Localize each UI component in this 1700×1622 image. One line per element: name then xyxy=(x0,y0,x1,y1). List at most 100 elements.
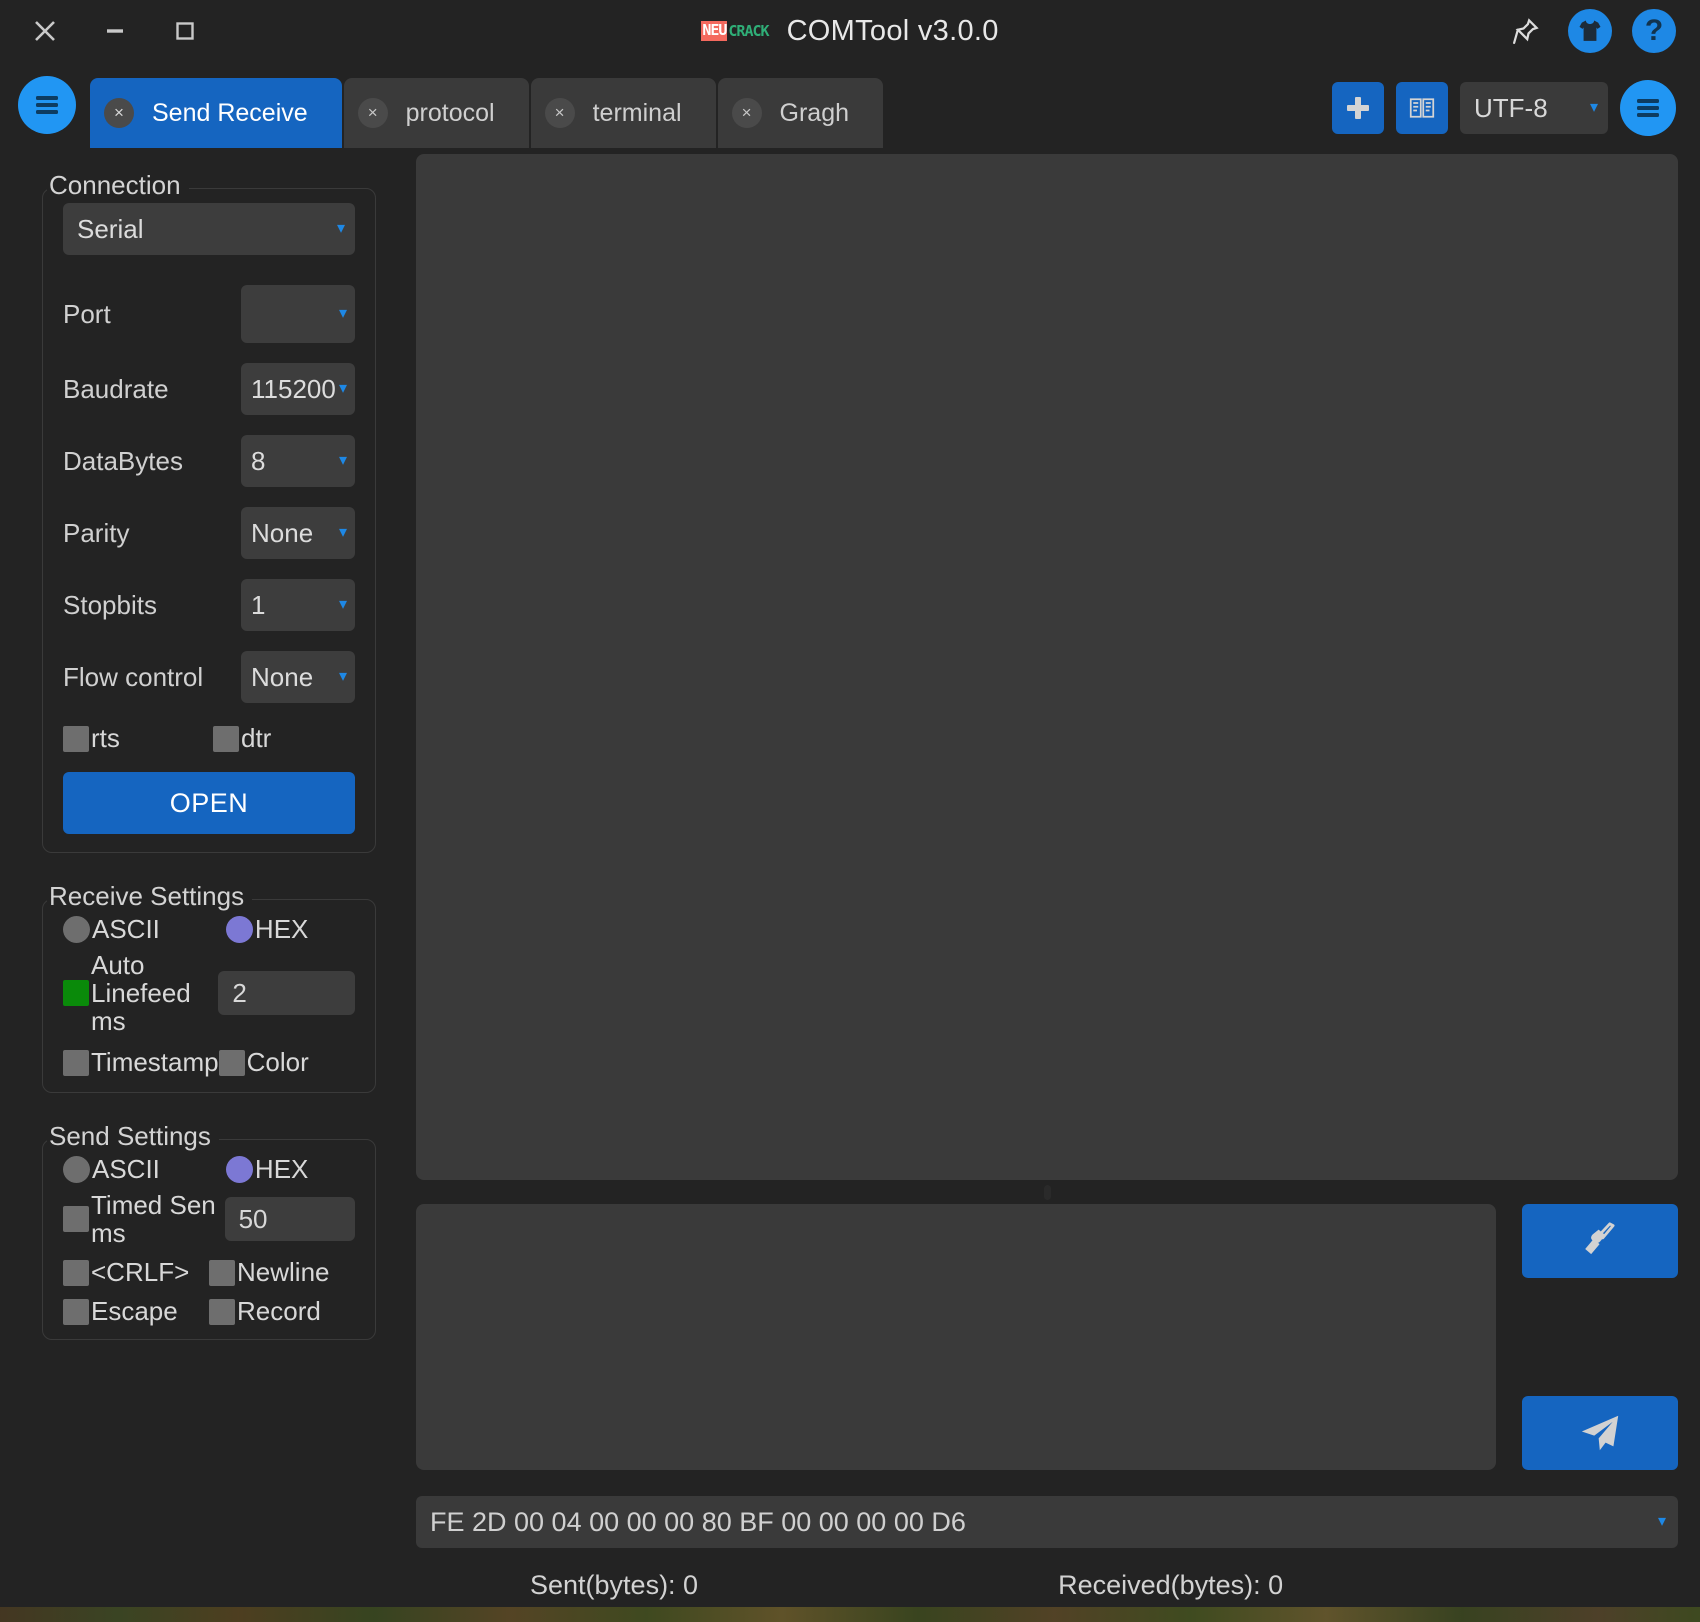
tab-label: protocol xyxy=(406,99,495,128)
minimize-icon[interactable] xyxy=(80,6,150,56)
chevron-down-icon: ▾ xyxy=(1658,1514,1666,1530)
auto-linefeed-row: Auto Linefeed ms 2 xyxy=(63,951,355,1035)
pin-icon[interactable] xyxy=(1504,9,1548,53)
databytes-label: DataBytes xyxy=(63,446,241,477)
color-checkbox[interactable]: Color xyxy=(219,1047,355,1078)
auto-linefeed-checkbox[interactable] xyxy=(63,980,89,1006)
checkbox-box xyxy=(63,1299,89,1325)
port-row: Port ▾ xyxy=(63,285,355,343)
newline-label: Newline xyxy=(237,1257,330,1288)
title-bar-actions: ? xyxy=(1504,9,1700,53)
chevron-down-icon: ▾ xyxy=(339,669,347,685)
databytes-row: DataBytes 8 ▾ xyxy=(63,435,355,487)
receive-settings-title: Receive Settings xyxy=(47,883,252,909)
send-button[interactable] xyxy=(1522,1396,1678,1470)
auto-linefeed-input[interactable]: 2 xyxy=(218,971,355,1015)
radio-dot xyxy=(63,1156,90,1183)
broom-icon xyxy=(1579,1220,1621,1262)
flowcontrol-select[interactable]: None ▾ xyxy=(241,651,355,703)
connection-group: Connection Serial ▾ Port ▾ Baudrate 1152… xyxy=(42,188,376,853)
tab-close-icon[interactable]: × xyxy=(545,98,575,128)
flowcontrol-label: Flow control xyxy=(63,662,241,693)
encoding-select[interactable]: UTF-8 ▾ xyxy=(1460,82,1608,134)
checkbox-box xyxy=(63,726,89,752)
tab-close-icon[interactable]: × xyxy=(732,98,762,128)
stopbits-value: 1 xyxy=(251,590,265,621)
timestamp-checkbox[interactable]: Timestamp xyxy=(63,1047,219,1078)
receive-settings-group: Receive Settings ASCII HEX Auto Linefeed… xyxy=(42,899,376,1093)
help-button[interactable]: ? xyxy=(1632,9,1676,53)
close-icon[interactable] xyxy=(10,6,80,56)
baudrate-select[interactable]: 115200 ▾ xyxy=(241,363,355,415)
translate-icon xyxy=(1407,93,1437,123)
receive-textarea[interactable] xyxy=(416,154,1678,1180)
timed-send-label: Timed Sen ms xyxy=(91,1191,221,1247)
send-buttons xyxy=(1522,1204,1678,1470)
theme-button[interactable] xyxy=(1568,9,1612,53)
crlf-checkbox[interactable]: <CRLF> xyxy=(63,1257,209,1288)
plus-icon xyxy=(1343,93,1373,123)
tab-close-icon[interactable]: × xyxy=(358,98,388,128)
checkbox-box xyxy=(63,1050,89,1076)
encoding-value: UTF-8 xyxy=(1474,93,1548,124)
receive-ascii-radio[interactable]: ASCII xyxy=(63,914,160,945)
received-bytes-status: Received(bytes): 0 xyxy=(1058,1570,1283,1601)
splitter-grip xyxy=(1044,1185,1051,1200)
tab-label: terminal xyxy=(593,99,682,128)
tab-gragh[interactable]: × Gragh xyxy=(718,78,883,148)
stopbits-row: Stopbits 1 ▾ xyxy=(63,579,355,631)
newline-checkbox[interactable]: Newline xyxy=(209,1257,355,1288)
splitter-handle[interactable] xyxy=(416,1180,1678,1204)
auto-linefeed-value: 2 xyxy=(232,978,246,1009)
receive-hex-radio[interactable]: HEX xyxy=(226,914,308,945)
databytes-select[interactable]: 8 ▾ xyxy=(241,435,355,487)
brand-logo: NEUCRACK xyxy=(701,21,768,41)
open-button[interactable]: OPEN xyxy=(63,772,355,834)
main-menu-button[interactable] xyxy=(18,76,76,134)
hamburger-icon xyxy=(32,92,62,118)
tab-list: × Send Receive × protocol × terminal × G… xyxy=(90,62,885,148)
encoding-convert-button[interactable] xyxy=(1396,82,1448,134)
parity-select[interactable]: None ▾ xyxy=(241,507,355,559)
tab-send-receive[interactable]: × Send Receive xyxy=(90,78,342,148)
dtr-checkbox[interactable]: dtr xyxy=(213,723,271,754)
timed-send-checkbox[interactable] xyxy=(63,1206,89,1232)
port-select[interactable]: ▾ xyxy=(241,285,355,343)
escape-checkbox[interactable]: Escape xyxy=(63,1296,209,1327)
comtool-window: NEUCRACK COMTool v3.0.0 ? xyxy=(0,0,1700,1622)
baudrate-row: Baudrate 115200 ▾ xyxy=(63,363,355,415)
stopbits-label: Stopbits xyxy=(63,590,241,621)
page-title: COMTool v3.0.0 xyxy=(787,15,999,48)
add-tab-button[interactable] xyxy=(1332,82,1384,134)
settings-menu-button[interactable] xyxy=(1620,80,1676,136)
tab-close-icon[interactable]: × xyxy=(104,98,134,128)
timed-send-value: 50 xyxy=(239,1204,268,1235)
checkbox-box xyxy=(219,1050,245,1076)
clear-button[interactable] xyxy=(1522,1204,1678,1278)
rts-checkbox[interactable]: rts xyxy=(63,723,213,754)
send-ascii-label: ASCII xyxy=(92,1154,160,1185)
send-ascii-radio[interactable]: ASCII xyxy=(63,1154,160,1185)
chevron-down-icon: ▾ xyxy=(339,525,347,541)
checkbox-box xyxy=(213,726,239,752)
tab-terminal[interactable]: × terminal xyxy=(531,78,716,148)
sent-bytes-status: Sent(bytes): 0 xyxy=(530,1570,698,1601)
stopbits-select[interactable]: 1 ▾ xyxy=(241,579,355,631)
send-hex-radio[interactable]: HEX xyxy=(226,1154,308,1185)
timestamp-label: Timestamp xyxy=(91,1047,219,1078)
auto-linefeed-label: Auto Linefeed ms xyxy=(91,951,202,1035)
send-format-row: ASCII HEX xyxy=(63,1154,355,1185)
send-textarea[interactable] xyxy=(416,1204,1496,1470)
connection-type-select[interactable]: Serial ▾ xyxy=(63,203,355,255)
baudrate-label: Baudrate xyxy=(63,374,241,405)
maximize-icon[interactable] xyxy=(150,6,220,56)
send-history-select[interactable]: FE 2D 00 04 00 00 00 80 BF 00 00 00 00 D… xyxy=(416,1496,1678,1548)
flowcontrol-row: Flow control None ▾ xyxy=(63,651,355,703)
chevron-down-icon: ▾ xyxy=(339,597,347,613)
tab-label: Send Receive xyxy=(152,99,308,128)
tab-protocol[interactable]: × protocol xyxy=(344,78,529,148)
receive-hex-label: HEX xyxy=(255,914,308,945)
rts-label: rts xyxy=(91,723,120,754)
timed-send-input[interactable]: 50 xyxy=(225,1197,355,1241)
record-checkbox[interactable]: Record xyxy=(209,1296,355,1327)
